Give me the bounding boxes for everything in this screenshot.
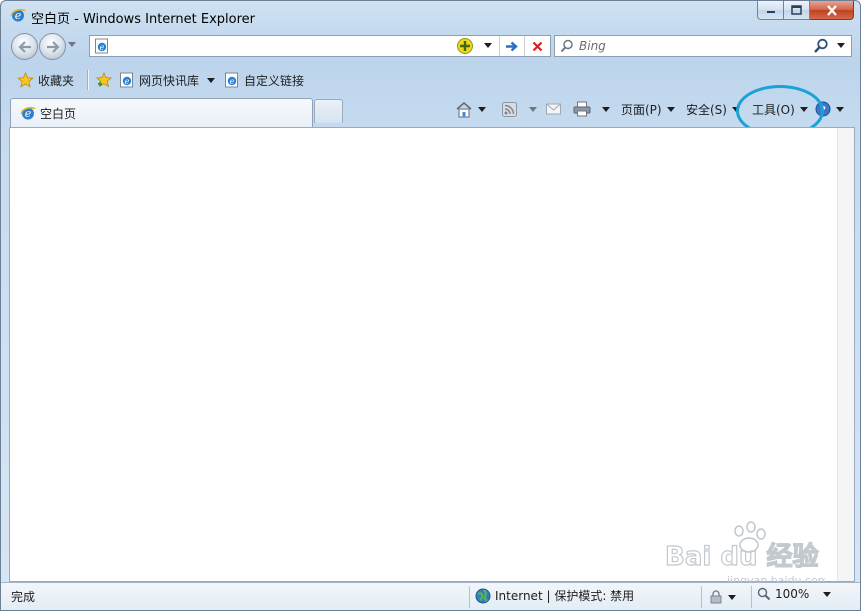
safety-menu-label: 安全(S)	[686, 102, 727, 117]
go-arrow-icon	[506, 41, 518, 51]
minimize-icon	[766, 11, 775, 13]
address-bar: e	[89, 35, 551, 57]
ie-logo-icon: e	[20, 106, 36, 120]
add-favorites-icon	[96, 72, 112, 88]
search-bar	[554, 35, 852, 57]
security-zone-label: Internet | 保护模式: 禁用	[495, 589, 635, 603]
feeds-button[interactable]	[502, 98, 537, 120]
stop-icon	[532, 41, 543, 51]
chevron-down-icon	[823, 591, 832, 597]
chevron-down-icon	[799, 106, 808, 112]
close-window-button[interactable]	[810, 1, 854, 20]
favorites-label: 收藏夹	[38, 73, 75, 88]
chevron-down-icon	[666, 106, 675, 112]
search-input[interactable]	[579, 38, 799, 54]
chevron-down-icon	[836, 106, 844, 112]
ie-window: e 空白页 - Windows Internet Explorer e Bing…	[0, 0, 861, 611]
mail-icon	[546, 103, 561, 115]
home-button[interactable]	[455, 98, 486, 120]
chevron-down-icon	[207, 77, 216, 83]
page-icon: e	[225, 72, 238, 88]
zoom-level: 100%	[775, 587, 810, 601]
svg-text:e: e	[230, 77, 235, 86]
svg-text:e: e	[100, 43, 105, 52]
tools-menu[interactable]: 工具(O)	[752, 98, 808, 120]
window-title: 空白页 - Windows Internet Explorer	[31, 12, 255, 27]
help-icon: ?	[815, 101, 831, 117]
print-button[interactable]	[573, 98, 610, 120]
status-divider	[701, 586, 702, 608]
chevron-down-icon	[478, 106, 486, 112]
forward-arrow-icon	[46, 40, 60, 53]
tab-label: 空白页	[40, 106, 77, 121]
svg-text:?: ?	[820, 105, 826, 116]
status-divider	[751, 586, 752, 608]
help-menu[interactable]: ?	[815, 98, 844, 120]
close-icon	[826, 4, 837, 16]
security-zone[interactable]: Internet | 保护模式: 禁用	[475, 587, 634, 604]
stop-button[interactable]	[524, 36, 550, 56]
status-text: 完成	[11, 590, 36, 604]
tab-row: e 空白页 页面(P) 安全(S) 工具(O) ?	[1, 95, 860, 127]
favorites-button[interactable]: 收藏夹	[17, 71, 74, 89]
magnifier-icon	[560, 39, 573, 53]
web-slice-gallery-link[interactable]: e 网页快讯库	[119, 71, 216, 89]
minimize-button[interactable]	[757, 1, 784, 20]
page-menu-label: 页面(P)	[621, 102, 662, 117]
page-icon: e	[120, 72, 133, 88]
status-bar: 完成 Internet | 保护模式: 禁用 100%	[1, 582, 860, 610]
magnifier-icon	[757, 587, 771, 601]
home-icon	[456, 101, 472, 117]
svg-text:e: e	[125, 77, 130, 86]
add-to-favorites-bar-button[interactable]	[95, 71, 113, 89]
chevron-down-icon	[728, 594, 736, 600]
rss-feed-icon	[502, 101, 517, 117]
zoom-control[interactable]: 100%	[757, 587, 832, 601]
ie-logo-icon: e	[10, 8, 26, 22]
page-menu[interactable]: 页面(P)	[621, 98, 675, 120]
globe-icon	[475, 588, 491, 603]
back-button[interactable]	[11, 33, 38, 60]
chevron-down-icon	[602, 106, 610, 112]
chevron-down-icon	[731, 106, 740, 112]
customize-links-link[interactable]: e 自定义链接	[224, 71, 304, 89]
protected-mode-button[interactable]	[709, 586, 736, 608]
star-icon	[17, 72, 34, 88]
customize-links-label: 自定义链接	[244, 73, 305, 88]
title-bar: e 空白页 - Windows Internet Explorer	[1, 1, 860, 29]
read-mail-button[interactable]	[546, 98, 561, 120]
navigation-bar: e	[1, 31, 860, 63]
chevron-down-icon	[529, 106, 537, 112]
favorites-separator	[87, 70, 88, 90]
address-input[interactable]	[114, 38, 454, 54]
maximize-icon	[791, 5, 802, 15]
back-arrow-icon	[17, 40, 31, 53]
go-button[interactable]	[499, 36, 523, 56]
maximize-button[interactable]	[784, 1, 810, 20]
search-options-dropdown[interactable]	[837, 43, 845, 48]
forward-button[interactable]	[39, 33, 66, 60]
recent-pages-dropdown[interactable]	[68, 42, 76, 47]
search-button[interactable]	[813, 38, 829, 54]
safety-menu[interactable]: 安全(S)	[686, 98, 740, 120]
page-content[interactable]	[9, 127, 855, 582]
tab-blank-page[interactable]: e 空白页	[10, 98, 313, 127]
lock-icon	[710, 590, 722, 604]
printer-icon	[573, 101, 591, 117]
vertical-scrollbar[interactable]	[837, 128, 854, 581]
favorites-bar: 收藏夹 e 网页快讯库 e 自定义链接	[1, 65, 860, 95]
page-icon: e	[95, 38, 108, 54]
status-divider	[469, 586, 470, 608]
compatibility-view-button[interactable]	[456, 37, 474, 55]
web-slice-gallery-label: 网页快讯库	[139, 73, 200, 88]
new-tab-button[interactable]	[314, 99, 343, 123]
tools-menu-label: 工具(O)	[752, 102, 795, 117]
address-dropdown[interactable]	[484, 43, 492, 48]
caption-buttons	[757, 1, 854, 20]
